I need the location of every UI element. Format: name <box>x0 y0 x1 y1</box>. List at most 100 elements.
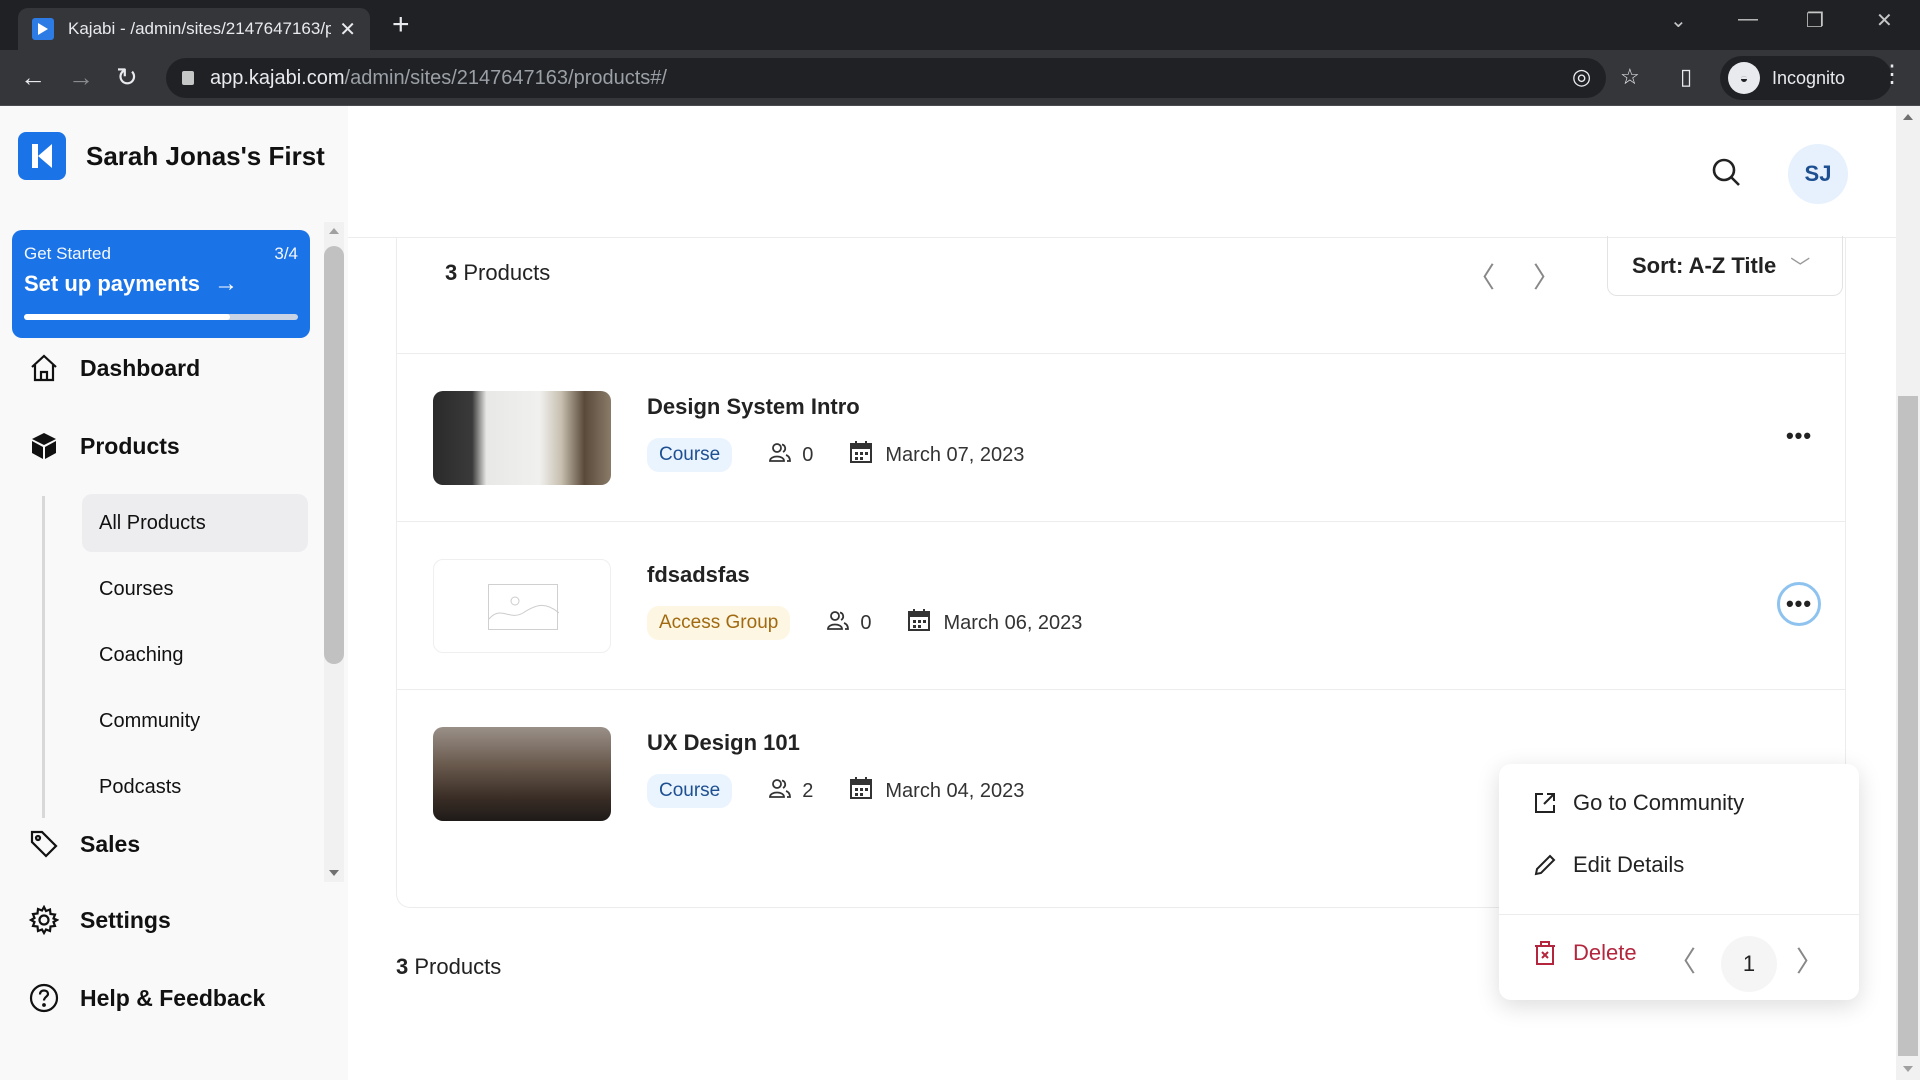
members-count: 0 <box>826 609 871 637</box>
menu-item-edit-details[interactable]: Edit Details <box>1533 852 1684 878</box>
footer-count-label: Products <box>414 954 502 979</box>
product-name[interactable]: fdsadsfas <box>647 562 750 588</box>
main-content: SJ 3 Products 〈 〉 Sort: A-Z Title ﹀ Desi… <box>348 106 1896 1080</box>
sidebar-item-label: Dashboard <box>80 354 201 381</box>
products-count-number: 3 <box>445 260 458 285</box>
scroll-down-icon[interactable] <box>1903 1066 1913 1072</box>
more-options-button[interactable]: ••• <box>1777 582 1821 626</box>
eye-slash-icon[interactable]: ◎ <box>1572 64 1591 90</box>
sidebar-subitem-label: Coaching <box>99 643 184 666</box>
side-panel-icon[interactable]: ▯ <box>1680 64 1692 90</box>
sidebar-item-products[interactable]: Products <box>28 430 180 462</box>
product-type-badge: Access Group <box>647 606 791 640</box>
menu-item-label: Edit Details <box>1573 852 1685 877</box>
users-icon <box>768 441 792 469</box>
product-thumbnail[interactable] <box>433 391 611 485</box>
created-date-value: March 04, 2023 <box>885 779 1025 802</box>
url-host: app.kajabi.com <box>210 66 345 89</box>
current-page-button[interactable]: 1 <box>1721 936 1777 992</box>
sidebar-item-dashboard[interactable]: Dashboard <box>28 352 200 384</box>
calendar-icon <box>849 440 873 470</box>
product-type-badge: Course <box>647 438 733 472</box>
sidebar-subitem-coaching[interactable]: Coaching <box>82 626 308 684</box>
get-started-title: Set up payments <box>24 271 201 296</box>
get-started-progress-text: 3/4 <box>274 244 298 263</box>
users-icon <box>768 777 792 805</box>
scroll-up-icon[interactable] <box>1903 114 1913 120</box>
members-count-value: 0 <box>802 443 814 466</box>
trash-icon <box>1533 940 1559 966</box>
scroll-up-icon[interactable] <box>329 228 339 234</box>
product-meta: Access Group 0 March 06, 2023 <box>647 606 1082 640</box>
chevron-down-icon: ﹀ <box>1790 257 1811 279</box>
avatar[interactable]: SJ <box>1788 144 1848 204</box>
product-thumbnail[interactable] <box>433 727 611 821</box>
sidebar-item-label: Help & Feedback <box>80 984 266 1011</box>
browser-tab[interactable]: Kajabi - /admin/sites/2147647163/product… <box>18 8 370 50</box>
created-date: March 07, 2023 <box>849 440 1024 470</box>
sidebar-item-help[interactable]: Help & Feedback <box>28 982 265 1014</box>
product-name[interactable]: Design System Intro <box>647 394 860 420</box>
menu-item-go-to-community[interactable]: Go to Community <box>1533 790 1744 816</box>
sidebar-scrollbar[interactable] <box>324 222 344 882</box>
products-count-label: Products <box>463 260 551 285</box>
get-started-card[interactable]: Get Started 3/4 Set up payments → <box>12 230 310 338</box>
address-bar[interactable]: app.kajabi.com /admin/sites/2147647163/p… <box>166 58 1606 98</box>
next-page-icon[interactable]: 〉 <box>1533 256 1561 296</box>
footer-prev-page-icon[interactable]: 〈 <box>1668 940 1696 980</box>
main-scroll-thumb[interactable] <box>1898 396 1918 1056</box>
menu-item-label: Go to Community <box>1573 790 1745 815</box>
forward-icon[interactable]: → <box>68 62 94 92</box>
sort-dropdown[interactable]: Sort: A-Z Title ﹀ <box>1607 236 1843 296</box>
browser-menu-icon[interactable]: ⋮ <box>1880 60 1904 89</box>
product-name[interactable]: UX Design 101 <box>647 730 800 756</box>
product-thumbnail-placeholder[interactable] <box>433 559 611 653</box>
window-close-icon[interactable]: ✕ <box>1876 8 1893 33</box>
footer-count-number: 3 <box>396 954 409 979</box>
main-scrollbar[interactable] <box>1896 106 1920 1080</box>
search-icon[interactable] <box>1710 156 1746 192</box>
product-type-badge: Course <box>647 774 733 808</box>
tab-search-icon[interactable]: ⌄ <box>1670 8 1687 33</box>
brand[interactable]: Sarah Jonas's First <box>18 132 325 180</box>
home-icon <box>28 352 60 384</box>
members-count-value: 0 <box>860 611 872 634</box>
minimize-icon[interactable]: — <box>1738 8 1758 31</box>
sidebar-item-label: Sales <box>80 830 141 857</box>
sidebar-item-sales[interactable]: Sales <box>28 828 140 860</box>
restore-icon[interactable]: ❐ <box>1806 8 1824 33</box>
created-date: March 06, 2023 <box>907 608 1082 638</box>
reload-icon[interactable]: ↻ <box>116 62 138 92</box>
sidebar-subitem-label: Podcasts <box>99 775 182 798</box>
sidebar-item-label: Settings <box>80 906 171 933</box>
more-options-button[interactable]: ••• <box>1777 414 1821 458</box>
help-icon <box>28 982 60 1014</box>
sidebar-subitem-all-products[interactable]: All Products <box>82 494 308 552</box>
kajabi-favicon-icon <box>32 18 54 40</box>
product-row[interactable]: Design System Intro Course 0 March 07, 2… <box>397 354 1845 522</box>
sidebar: Sarah Jonas's First Get Started 3/4 Set … <box>0 106 348 1080</box>
members-count: 0 <box>768 441 813 469</box>
sidebar-subitem-podcasts[interactable]: Podcasts <box>82 758 308 816</box>
incognito-profile[interactable]: ◒ Incognito <box>1720 56 1892 100</box>
footer-next-page-icon[interactable]: 〉 <box>1796 940 1824 980</box>
scroll-down-icon[interactable] <box>329 870 339 876</box>
prev-page-icon[interactable]: 〈 <box>1467 256 1495 296</box>
external-link-icon <box>1533 791 1559 815</box>
sidebar-item-settings[interactable]: Settings <box>28 904 171 936</box>
sidebar-scroll-thumb[interactable] <box>324 246 344 664</box>
sidebar-subitem-courses[interactable]: Courses <box>82 560 308 618</box>
tab-close-icon[interactable]: ✕ <box>339 17 356 42</box>
box-icon <box>28 430 60 462</box>
created-date-value: March 06, 2023 <box>943 611 1083 634</box>
sidebar-subitem-community[interactable]: Community <box>82 692 308 750</box>
get-started-progress-fill <box>24 314 230 320</box>
get-started-progress-bar <box>24 314 298 320</box>
product-row[interactable]: fdsadsfas Access Group 0 March 06, 2023 … <box>397 522 1845 690</box>
back-icon[interactable]: ← <box>20 62 46 92</box>
star-icon[interactable]: ☆ <box>1620 64 1640 90</box>
sort-label: Sort: A-Z Title <box>1632 252 1777 278</box>
menu-item-delete[interactable]: Delete <box>1533 940 1637 966</box>
new-tab-button[interactable]: + <box>392 8 410 42</box>
members-count-value: 2 <box>802 779 814 802</box>
